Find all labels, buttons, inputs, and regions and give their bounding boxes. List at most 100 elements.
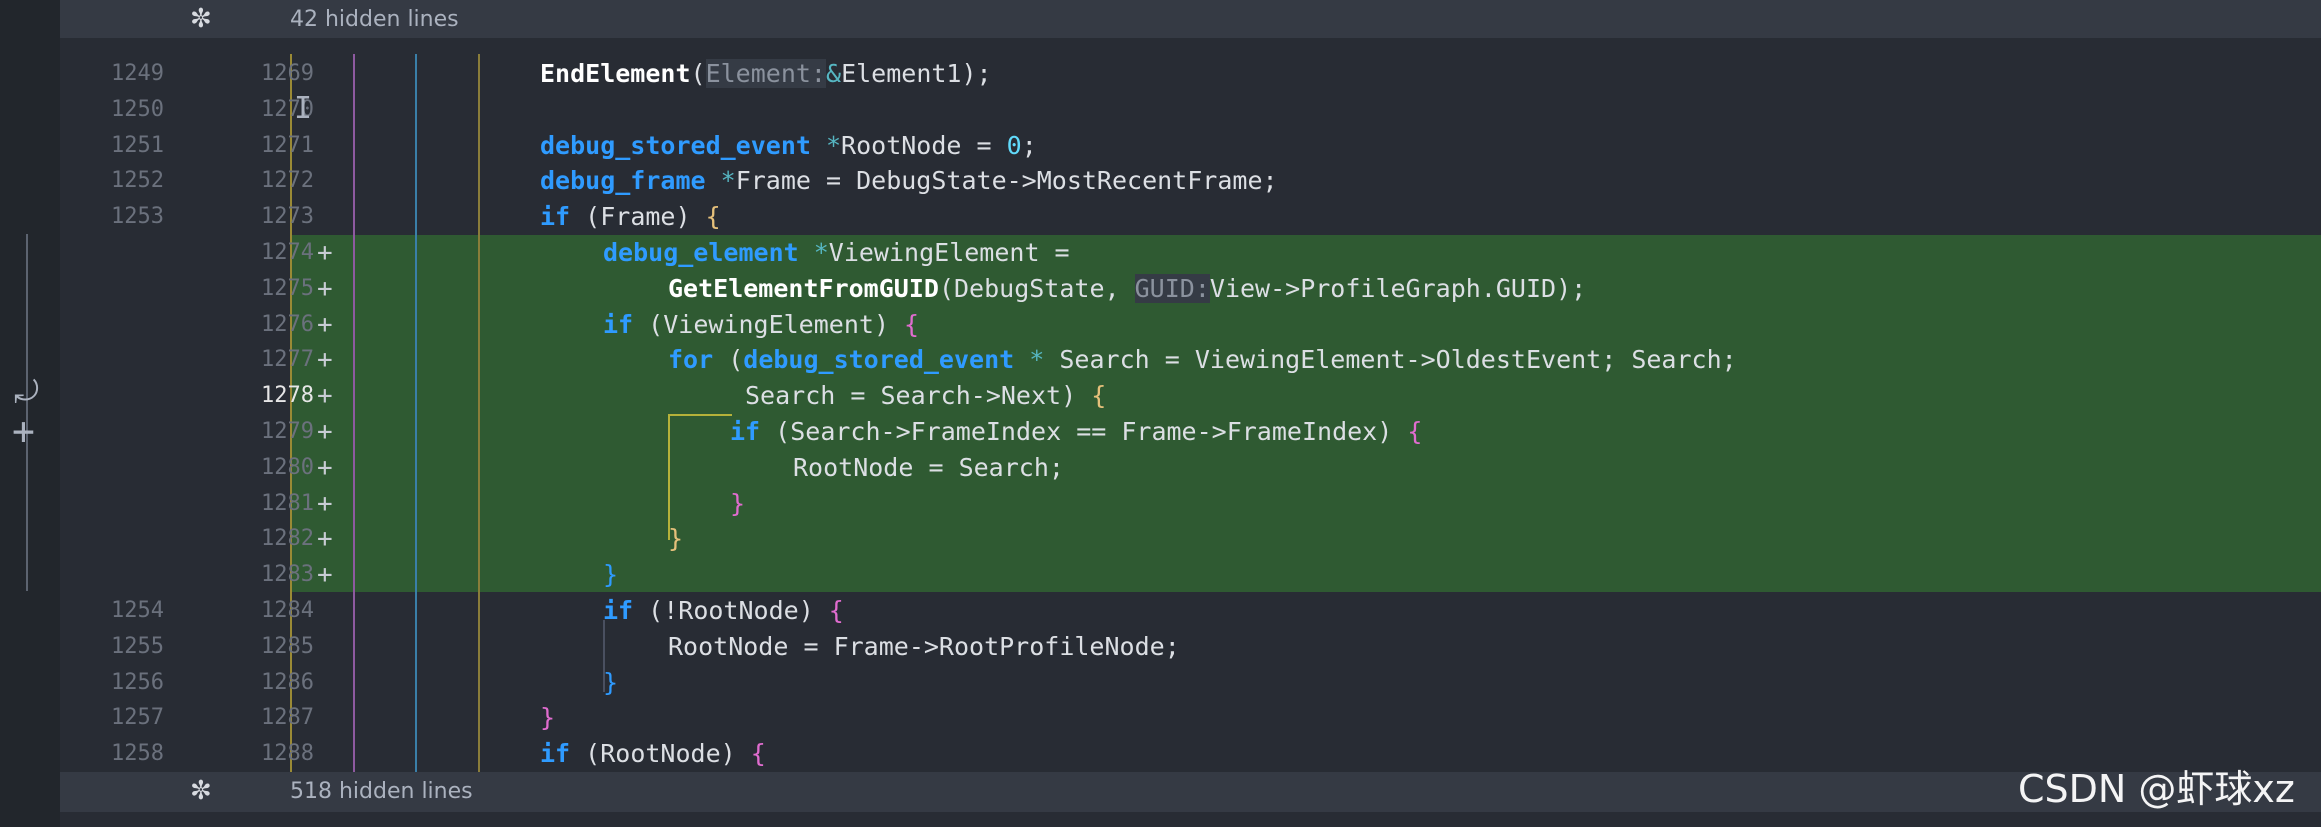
code-text: RootNode = Frame->RootProfileNode; [668,629,1180,665]
code-token: RootNode [841,130,962,160]
new-line-number: 1269 [261,61,314,86]
code-token: { [1407,417,1423,446]
code-token: View->ProfileGraph.GUID [1209,273,1557,303]
code-token: 0 [1006,130,1022,160]
diff-add-marker: + [317,452,333,483]
code-token: ) [1377,417,1408,446]
code-token: ( [938,273,954,303]
code-token: !RootNode [663,596,799,625]
plus-icon[interactable]: + [12,412,35,450]
diff-add-marker: + [317,488,333,519]
code-line[interactable]: 1255 1285 RootNode = Frame->RootProfileNod… [60,629,2321,665]
old-line-number: 1252 [111,168,164,194]
new-line-number: 1277 [261,347,314,373]
diff-add-marker: + [317,524,333,555]
code-token: if [603,309,634,339]
code-token: ( [633,309,664,339]
code-token: ViewingElement [828,238,1040,267]
code-token: debug_stored_event [540,130,811,160]
new-line-number: 1274 [261,240,314,265]
code-text: GetElementFromGUID(DebugState, GUID:View… [668,271,1586,307]
code-line[interactable]: 1277 + for (debug_stored_event * Search = … [60,342,2321,378]
code-token: Search = ViewingElement->OldestEvent; Se… [1059,345,1737,375]
code-token: { [750,739,766,769]
code-token: { [705,202,721,232]
code-text: } [668,521,683,557]
new-line-number: 1284 [261,598,314,623]
new-line-number: 1273 [261,204,314,230]
diff-editor[interactable]: ⤾ + ✼ 42 hidden lines 1249 1269 EndElement… [0,0,2321,827]
new-line-number: 1279 [261,419,314,444]
code-line[interactable]: 1258 1288 if (RootNode) { [60,736,2321,772]
code-token: Frame [600,202,676,232]
fold-bar-bottom[interactable]: ✼ 518 hidden lines [60,772,2321,812]
code-token: * [1014,345,1045,375]
code-line[interactable]: 1281 +} [60,486,2321,522]
old-line-number: 1257 [111,705,164,731]
code-text: } [603,665,618,701]
code-token: Search = Search->Next [745,381,1062,411]
old-line-number: 1251 [111,132,164,158]
code-token: * [705,166,736,196]
code-token: Element: [705,59,826,88]
code-text: if (ViewingElement) { [603,307,919,343]
code-line[interactable]: 1253 1273 if (Frame) { [60,199,2321,235]
ibeam-cursor-icon: 𝙸 [294,91,313,126]
code-line[interactable]: 1256 1286} [60,665,2321,701]
code-token: } [603,560,619,590]
new-line-number: 1276 [261,311,314,337]
code-line[interactable]: 1278 + Search = Search->Next) { [60,378,2321,414]
watermark: CSDN @虾球xz [2018,767,2295,811]
code-token: RootNode = Search; [793,452,1064,482]
code-line[interactable]: 1252 1272 debug_frame *Frame = DebugState-… [60,163,2321,199]
code-token: ; [1021,130,1037,160]
diff-add-marker: + [317,238,333,268]
code-token: & [826,59,842,88]
code-text: if (!RootNode) { [603,593,844,629]
new-line-number: 1285 [261,633,314,659]
code-token: if [540,202,571,232]
old-line-number: 1255 [111,633,164,659]
code-token: GetElementFromGUID [668,273,939,303]
code-line[interactable]: 1249 1269 EndElement(Element:&Element1); [60,56,2321,92]
code-line[interactable]: 1254 1284 if (!RootNode) { [60,593,2321,629]
code-line[interactable]: 1250 1270 [60,92,2321,128]
code-token: if [730,417,761,446]
code-token: ( [633,596,664,625]
snowflake-icon[interactable]: ✼ [190,776,212,806]
code-line[interactable]: 1257 1287} [60,700,2321,736]
diff-add-marker: + [317,560,333,591]
code-line[interactable]: 1274 + debug_element *ViewingElement = [60,235,2321,271]
old-line-number: 1249 [111,61,164,86]
code-token: = DebugState->MostRecentFrame; [810,166,1278,196]
diff-add-marker: + [317,309,333,340]
code-line[interactable]: 1275 + GetElementFromGUID(DebugState, GUID… [60,271,2321,307]
code-line[interactable]: 1282 +} [60,521,2321,557]
diff-add-marker: + [317,273,333,304]
code-token: RootNode [600,739,721,769]
code-line[interactable]: 1279 + if (Search->FrameIndex == Frame->Fr… [60,414,2321,450]
fold-bar-top[interactable]: ✼ 42 hidden lines [60,0,2321,38]
new-line-number: 1278 [261,383,314,409]
new-line-number: 1282 [261,526,314,552]
code-line[interactable]: 1251 1271 debug_stored_event *RootNode = 0… [60,128,2321,164]
code-token: ) [873,309,905,339]
code-token: ) [798,596,829,625]
code-token: debug_frame [540,166,706,196]
new-line-number: 1287 [261,705,314,731]
code-token: if [603,596,634,625]
new-line-number: 1283 [261,562,314,588]
code-line[interactable]: 1280 + RootNode = Search; [60,450,2321,486]
code-line[interactable]: 1276 + if (ViewingElement) { [60,307,2321,343]
code-token: * [810,130,842,160]
undo-icon[interactable]: ⤾ [14,378,39,408]
old-line-number: 1253 [111,204,164,230]
code-token: ); [961,59,992,88]
code-token: GUID: [1134,273,1210,303]
code-line[interactable]: 1283 +} [60,557,2321,593]
new-line-number: 1288 [261,741,314,767]
old-line-number: 1254 [111,598,164,623]
code-token: ) [720,739,751,769]
snowflake-icon[interactable]: ✼ [190,4,212,34]
code-text: } [603,557,618,593]
